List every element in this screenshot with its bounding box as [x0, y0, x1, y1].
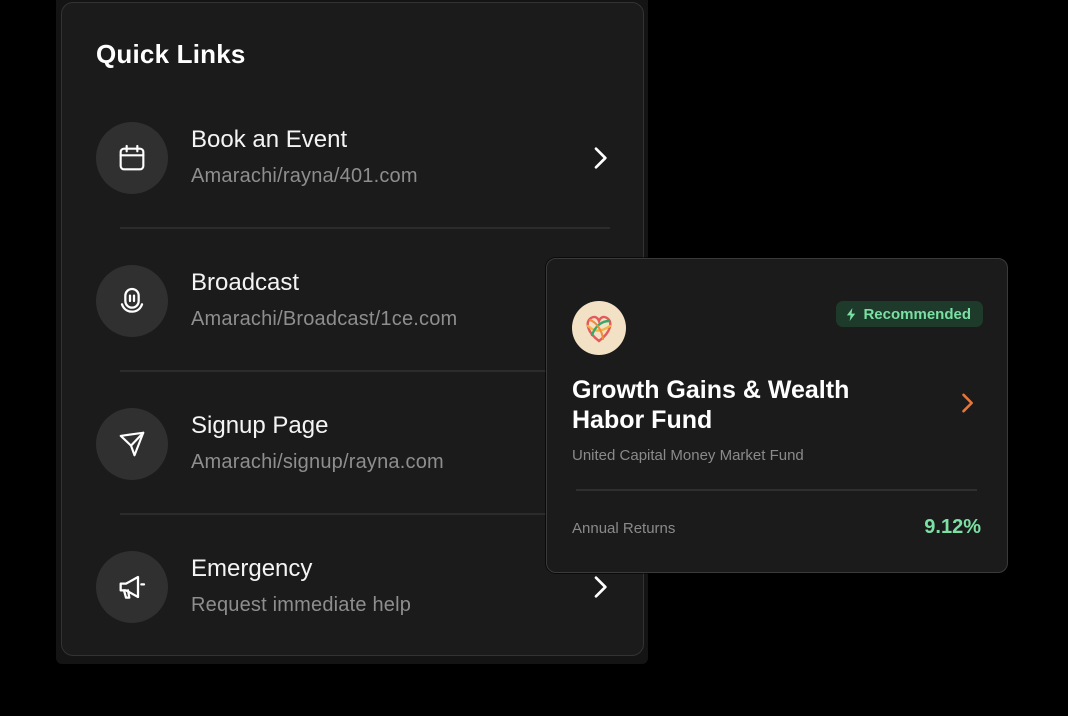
chevron-right-icon[interactable] — [953, 389, 981, 417]
quick-link-label: Emergency — [191, 555, 313, 582]
quick-link-broadcast[interactable]: Broadcast Amarachi/Broadcast/1ce.com — [96, 265, 616, 337]
quick-link-emergency[interactable]: Emergency Request immediate help — [96, 551, 616, 623]
divider — [120, 370, 610, 372]
quick-link-url: Amarachi/rayna/401.com — [191, 165, 418, 187]
quick-link-description: Request immediate help — [191, 594, 412, 616]
divider — [120, 513, 610, 515]
microphone-icon — [96, 265, 168, 337]
chevron-right-icon[interactable] — [584, 571, 616, 603]
quick-link-url: Amarachi/signup/rayna.com — [191, 451, 444, 473]
fund-name: Growth Gains & Wealth Habor Fund — [572, 376, 850, 434]
annual-returns-value: 9.12% — [924, 516, 981, 538]
quick-link-signup-page[interactable]: Signup Page Amarachi/signup/rayna.com — [96, 408, 616, 480]
divider — [120, 227, 610, 229]
quick-link-label: Signup Page — [191, 412, 329, 439]
calendar-icon — [96, 122, 168, 194]
badge-label: Recommended — [863, 305, 971, 323]
fund-card[interactable]: Recommended Growth Gains & Wealth Habor … — [546, 258, 1008, 573]
annual-returns-label: Annual Returns — [572, 520, 676, 537]
fund-subtitle: United Capital Money Market Fund — [572, 447, 804, 464]
quick-link-label: Broadcast — [191, 269, 300, 296]
quick-link-url: Amarachi/Broadcast/1ce.com — [191, 308, 458, 330]
divider — [576, 489, 977, 491]
fund-logo — [572, 301, 626, 355]
lightning-icon — [847, 307, 856, 321]
quick-links-title: Quick Links — [96, 39, 246, 69]
megaphone-icon — [96, 551, 168, 623]
recommended-badge: Recommended — [836, 301, 983, 327]
quick-link-book-event[interactable]: Book an Event Amarachi/rayna/401.com — [96, 122, 616, 194]
quick-link-label: Book an Event — [191, 126, 348, 153]
send-icon — [96, 408, 168, 480]
chevron-right-icon[interactable] — [584, 142, 616, 174]
